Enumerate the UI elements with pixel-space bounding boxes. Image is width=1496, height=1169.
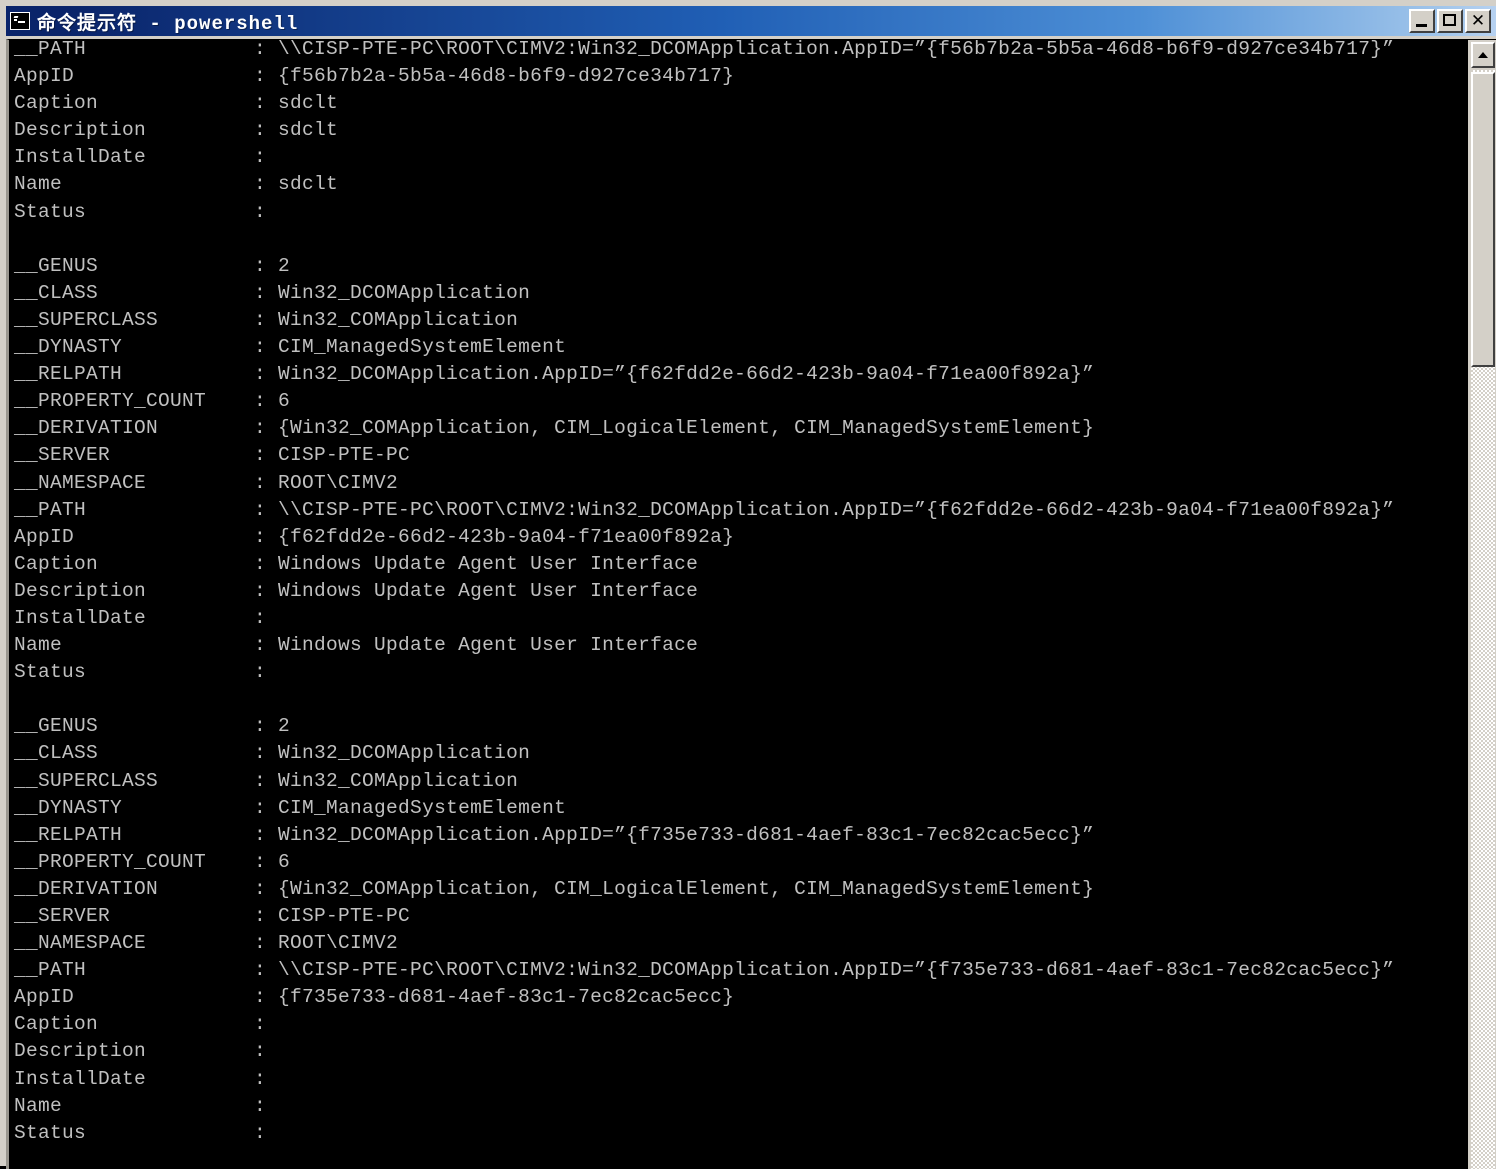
vertical-scrollbar[interactable] bbox=[1468, 40, 1496, 1169]
scroll-up-button[interactable] bbox=[1471, 42, 1495, 68]
minimize-button[interactable] bbox=[1409, 9, 1435, 33]
console-output-pane[interactable]: __PATH : \\CISP-PTE-PC\ROOT\CIMV2:Win32_… bbox=[9, 40, 1468, 1169]
minimize-icon bbox=[1416, 24, 1427, 27]
chevron-up-icon bbox=[1478, 52, 1488, 58]
close-button[interactable]: ✕ bbox=[1465, 9, 1491, 33]
console-window: 命令提示符 - powershell ✕ __PATH : \\CISP-PTE… bbox=[0, 0, 1496, 1169]
window-title-separator: - bbox=[137, 12, 175, 35]
console-area: __PATH : \\CISP-PTE-PC\ROOT\CIMV2:Win32_… bbox=[6, 39, 1496, 1169]
console-icon bbox=[10, 12, 30, 30]
close-icon: ✕ bbox=[1470, 11, 1486, 31]
window-title: 命令提示符 - powershell bbox=[37, 8, 298, 35]
window-title-cjk: 命令提示符 bbox=[37, 11, 138, 34]
maximize-icon bbox=[1443, 14, 1456, 26]
scrollbar-thumb[interactable] bbox=[1471, 72, 1495, 367]
maximize-button[interactable] bbox=[1437, 9, 1463, 33]
window-controls: ✕ bbox=[1409, 9, 1491, 33]
window-title-shell: powershell bbox=[174, 12, 299, 35]
window-titlebar[interactable]: 命令提示符 - powershell ✕ bbox=[6, 6, 1496, 36]
console-output-text: __PATH : \\CISP-PTE-PC\ROOT\CIMV2:Win32_… bbox=[14, 40, 1395, 1144]
